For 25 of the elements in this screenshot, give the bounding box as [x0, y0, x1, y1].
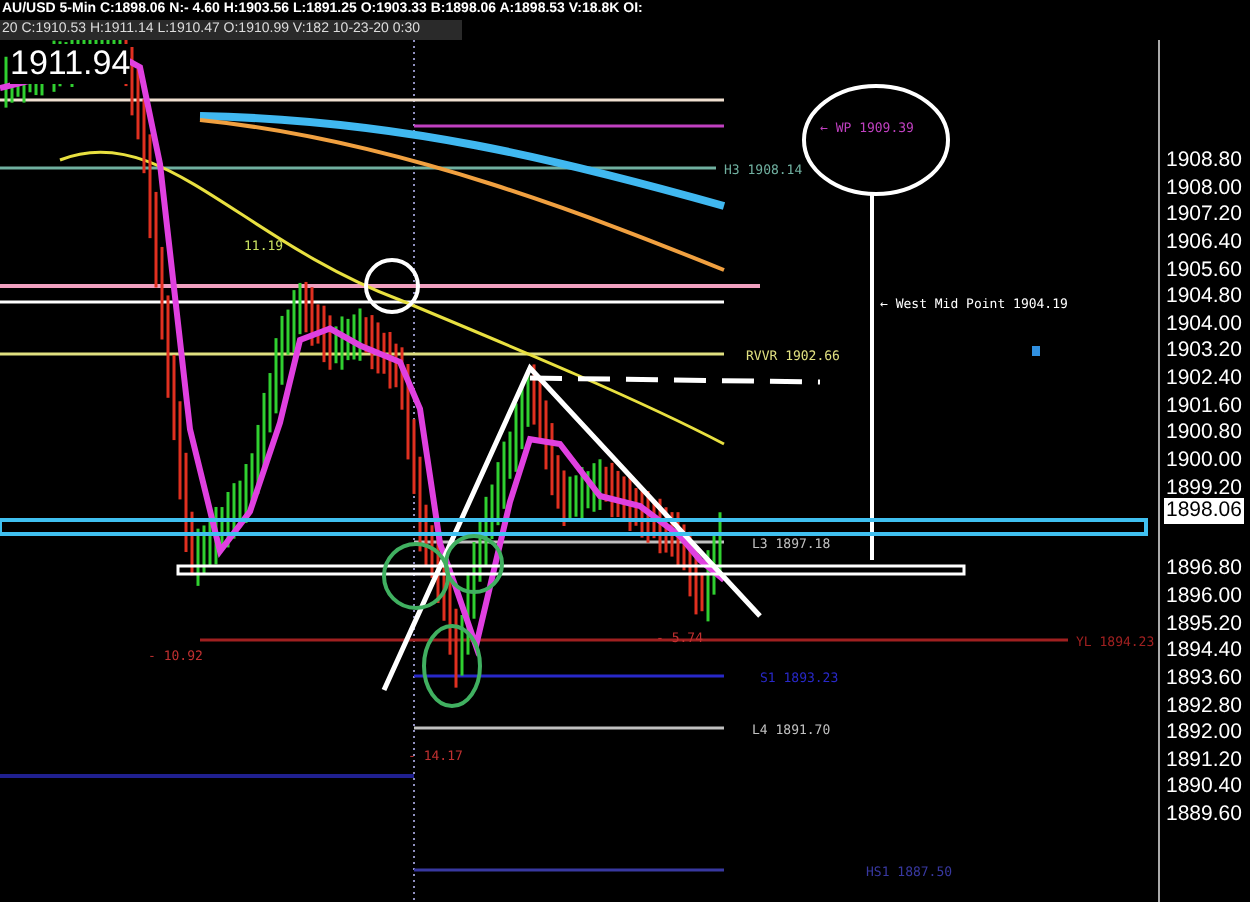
- axis-tick-label: 1906.40: [1166, 229, 1242, 254]
- axis-tick-label: 1902.40: [1166, 366, 1242, 391]
- axis-tick-label: 1904.80: [1166, 284, 1242, 309]
- axis-tick-label: 1899.20: [1166, 475, 1242, 500]
- axis-tick-label: 1895.20: [1166, 611, 1242, 636]
- axis-tick-label: 1891.20: [1166, 747, 1242, 772]
- axis-tick-label: 1908.00: [1166, 175, 1242, 200]
- axis-tick-label: 1903.20: [1166, 338, 1242, 363]
- axis-tick-label: 1900.80: [1166, 420, 1242, 445]
- axis-tick-label: 1900.00: [1166, 447, 1242, 472]
- axis-tick-label: 1901.60: [1166, 393, 1242, 418]
- cursor-price: 1911.94: [10, 44, 131, 84]
- axis-tick-label: 1894.40: [1166, 638, 1242, 663]
- axis-tick-label: 1892.80: [1166, 693, 1242, 718]
- axis-tick-label: 1889.60: [1166, 802, 1242, 827]
- axis-tick-label: 1905.60: [1166, 257, 1242, 282]
- axis-tick-label: 1893.60: [1166, 665, 1242, 690]
- axis-tick-label: 1904.00: [1166, 311, 1242, 336]
- axis-tick-label: 1908.80: [1166, 148, 1242, 172]
- axis-tick-label: 1896.80: [1166, 556, 1242, 581]
- axis-tick-label: 1890.40: [1166, 774, 1242, 799]
- axis-tick-label: 1892.00: [1166, 720, 1242, 745]
- last-price-label: 1898.06: [1164, 498, 1244, 525]
- axis-tick-label: 1896.00: [1166, 584, 1242, 609]
- axis-tick-label: 1907.20: [1166, 202, 1242, 227]
